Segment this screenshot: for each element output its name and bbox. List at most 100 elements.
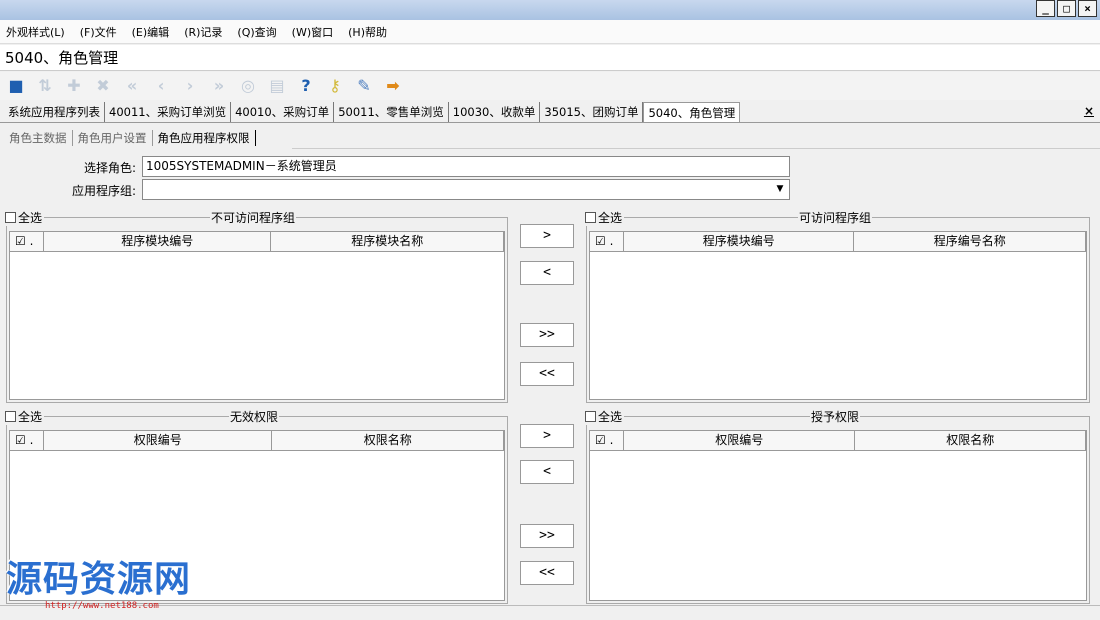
select-all-checkbox[interactable]: 全选	[5, 407, 45, 425]
watermark-logo: 源码资源网	[6, 559, 192, 600]
select-column-header[interactable]: ☑ .	[10, 431, 44, 450]
window-controls: _ □ ×	[1034, 0, 1097, 17]
panel-header: 全选 授予权限	[585, 407, 1089, 425]
previous-record-icon: ‹	[157, 76, 165, 95]
role-field[interactable]: 1005SYSTEMADMIN－系统管理员	[142, 156, 790, 177]
select-column-header[interactable]: ☑ .	[10, 232, 44, 251]
menu-appearance[interactable]: 外观样式(L)	[6, 24, 65, 40]
select-all-checkbox[interactable]: 全选	[585, 208, 625, 226]
sub-tab-divider	[292, 148, 1100, 149]
column-header-module-code[interactable]: 程序模块编号	[44, 232, 272, 251]
close-tab-icon[interactable]: ×	[1084, 104, 1094, 118]
column-header-module-name[interactable]: 程序模块名称	[271, 232, 504, 251]
grid-header: ☑ . 权限编号 权限名称	[590, 431, 1086, 451]
sub-tab-bar: 角色主数据 角色用户设置 角色应用程序权限	[4, 128, 256, 148]
sub-tab[interactable]: 角色应用程序权限	[153, 130, 256, 146]
grid-header: ☑ . 权限编号 权限名称	[10, 431, 504, 451]
minimize-button[interactable]: _	[1036, 0, 1055, 17]
exit-icon[interactable]: ➡	[383, 76, 403, 96]
select-all-label: 全选	[18, 210, 43, 225]
panel-title: 授予权限	[810, 407, 861, 425]
menu-edit[interactable]: (E)编辑	[132, 24, 170, 40]
panel-header: 全选 无效权限	[5, 407, 507, 425]
sub-tab[interactable]: 角色用户设置	[73, 130, 153, 146]
checkbox-icon	[5, 410, 16, 422]
document-tab-bar: 系统应用程序列表 40011、采购订单浏览 40010、采购订单 50011、零售单浏…	[0, 101, 1100, 123]
menu-bar: 外观样式(L) (F)文件 (E)编辑 (R)记录 (Q)查询 (W)窗口 (H…	[0, 20, 1100, 44]
menu-help[interactable]: (H)帮助	[348, 24, 387, 40]
maximize-button[interactable]: □	[1057, 0, 1076, 17]
role-label: 选择角色:	[83, 161, 136, 175]
select-all-label: 全选	[18, 409, 43, 424]
accessible-groups-panel: 全选 可访问程序组 ☑ . 程序模块编号 程序编号名称	[585, 208, 1090, 403]
next-record-icon: ›	[186, 76, 194, 95]
revoke-all-permissions-button[interactable]: <<	[520, 561, 574, 585]
move-all-left-button[interactable]: <<	[520, 362, 574, 386]
help-icon[interactable]: ?	[296, 76, 316, 96]
window-titlebar: _ □ ×	[0, 0, 1100, 20]
accessible-groups-grid[interactable]: ☑ . 程序模块编号 程序编号名称	[589, 231, 1087, 400]
grant-permission-button[interactable]: >	[520, 424, 574, 448]
menu-record[interactable]: (R)记录	[184, 24, 222, 40]
column-header-permission-code[interactable]: 权限编号	[44, 431, 273, 450]
key-icon[interactable]: ⚷	[325, 76, 345, 96]
move-all-right-button[interactable]: >>	[520, 323, 574, 347]
app-group-select[interactable]: ▼	[142, 179, 790, 200]
chevron-down-icon[interactable]: ▼	[773, 182, 787, 197]
document-tab[interactable]: 10030、收款单	[449, 102, 541, 122]
panel-title: 无效权限	[229, 407, 280, 425]
checkbox-icon	[5, 211, 16, 223]
grid-header: ☑ . 程序模块编号 程序编号名称	[590, 232, 1086, 252]
select-all-label: 全选	[598, 210, 623, 225]
delete-user-icon: ✖	[96, 76, 110, 95]
menu-window[interactable]: (W)窗口	[292, 24, 333, 40]
watermark-url: http://www.net188.com	[45, 601, 159, 611]
menu-query[interactable]: (Q)查询	[237, 24, 276, 40]
select-all-label: 全选	[598, 409, 623, 424]
first-record-icon: «	[126, 76, 138, 95]
save-icon[interactable]: ■	[6, 76, 26, 96]
select-all-checkbox[interactable]: 全选	[5, 208, 45, 226]
select-all-checkbox[interactable]: 全选	[585, 407, 625, 425]
document-tab[interactable]: 35015、团购订单	[540, 102, 644, 122]
menu-file[interactable]: (F)文件	[80, 24, 117, 40]
document-tab[interactable]: 系统应用程序列表	[4, 102, 105, 122]
document-tab[interactable]: 5040、角色管理	[643, 102, 741, 122]
move-left-button[interactable]: <	[520, 261, 574, 285]
column-header-permission-code[interactable]: 权限编号	[624, 431, 856, 450]
column-header-program-name[interactable]: 程序编号名称	[854, 232, 1086, 251]
role-permission-panel: 角色主数据 角色用户设置 角色应用程序权限 选择角色: 1005SYSTEMADMI…	[0, 124, 1100, 620]
granted-permissions-panel: 全选 授予权限 ☑ . 权限编号 权限名称	[585, 407, 1090, 604]
granted-permissions-grid[interactable]: ☑ . 权限编号 权限名称	[589, 430, 1087, 601]
document-tab[interactable]: 40011、采购订单浏览	[105, 102, 232, 122]
inaccessible-groups-grid[interactable]: ☑ . 程序模块编号 程序模块名称	[9, 231, 505, 400]
grant-all-permissions-button[interactable]: >>	[520, 524, 574, 548]
document-tab[interactable]: 40010、采购订单	[231, 102, 335, 122]
panel-title: 可访问程序组	[798, 208, 873, 226]
column-header-permission-name[interactable]: 权限名称	[272, 431, 504, 450]
revoke-permission-button[interactable]: <	[520, 460, 574, 484]
add-user-icon: ✚	[67, 76, 81, 95]
column-header-permission-name[interactable]: 权限名称	[855, 431, 1086, 450]
column-header-module-code[interactable]: 程序模块编号	[624, 232, 855, 251]
checkbox-icon	[585, 211, 596, 223]
document-tab[interactable]: 50011、零售单浏览	[334, 102, 449, 122]
app-group-label: 应用程序组:	[71, 184, 136, 198]
select-column-header[interactable]: ☑ .	[590, 232, 624, 251]
checkbox-icon	[585, 410, 596, 422]
panel-title: 不可访问程序组	[210, 208, 297, 226]
page-title: 5040、角色管理	[0, 45, 1100, 71]
status-bar	[0, 605, 1100, 620]
print-icon: ▤	[269, 76, 285, 95]
last-record-icon: »	[213, 76, 225, 95]
close-window-button[interactable]: ×	[1078, 0, 1097, 17]
select-column-header[interactable]: ☑ .	[590, 431, 624, 450]
edit-form-icon[interactable]: ✎	[354, 76, 374, 96]
refresh-icon: ⇅	[38, 76, 52, 95]
panel-header: 全选 不可访问程序组	[5, 208, 507, 226]
panel-header: 全选 可访问程序组	[585, 208, 1089, 226]
sub-tab[interactable]: 角色主数据	[4, 130, 73, 146]
search-icon: ◎	[241, 76, 255, 95]
move-right-button[interactable]: >	[520, 224, 574, 248]
toolbar: ■ ⇅ ✚ ✖ « ‹ › » ◎ ▤? ⚷ ✎ ➡	[0, 72, 1100, 100]
